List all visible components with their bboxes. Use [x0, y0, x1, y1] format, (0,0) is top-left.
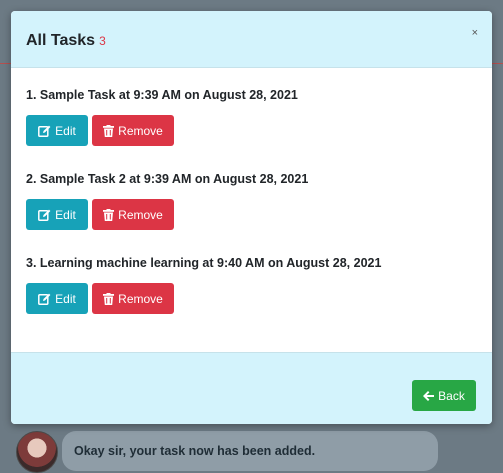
edit-icon [38, 293, 51, 305]
task-item: 1. Sample Task at 9:39 AM on August 28, … [26, 88, 298, 146]
chat-message-bubble: Okay sir, your task now has been added. [62, 431, 438, 471]
modal-title: All Tasks 3 [26, 32, 106, 50]
background-chat-row: Okay sir, your task now has been added. [0, 424, 503, 473]
close-icon[interactable]: × [472, 27, 478, 39]
task-item: 3. Learning machine learning at 9:40 AM … [26, 256, 381, 314]
task-title: 1. Sample Task at 9:39 AM on August 28, … [26, 88, 298, 102]
remove-button[interactable]: Remove [92, 199, 174, 230]
task-title: 3. Learning machine learning at 9:40 AM … [26, 256, 382, 270]
trash-icon [103, 124, 115, 137]
task-title: 2. Sample Task 2 at 9:39 AM on August 28… [26, 172, 309, 186]
back-label: Back [438, 388, 465, 403]
background-divider-right [491, 63, 503, 64]
edit-label: Edit [55, 291, 76, 306]
task-item: 2. Sample Task 2 at 9:39 AM on August 28… [26, 172, 308, 230]
modal-body: 1. Sample Task at 9:39 AM on August 28, … [11, 68, 492, 352]
remove-label: Remove [118, 291, 163, 306]
all-tasks-modal: All Tasks 3 × 1. Sample Task at 9:39 AM o… [11, 11, 492, 424]
remove-label: Remove [118, 207, 163, 222]
remove-label: Remove [118, 123, 163, 138]
edit-button[interactable]: Edit [26, 199, 88, 230]
modal-title-text: All Tasks [26, 32, 96, 49]
avatar [16, 431, 58, 473]
modal-footer: Back [11, 352, 492, 424]
trash-icon [103, 292, 115, 305]
modal-header: All Tasks 3 × [11, 11, 492, 68]
edit-icon [38, 209, 51, 221]
edit-button[interactable]: Edit [26, 115, 88, 146]
task-count-badge: 3 [99, 34, 106, 48]
remove-button[interactable]: Remove [92, 283, 174, 314]
edit-icon [38, 125, 51, 137]
remove-button[interactable]: Remove [92, 115, 174, 146]
edit-label: Edit [55, 207, 76, 222]
edit-label: Edit [55, 123, 76, 138]
edit-button[interactable]: Edit [26, 283, 88, 314]
trash-icon [103, 208, 115, 221]
arrow-left-icon [423, 390, 435, 401]
back-button[interactable]: Back [412, 380, 476, 411]
